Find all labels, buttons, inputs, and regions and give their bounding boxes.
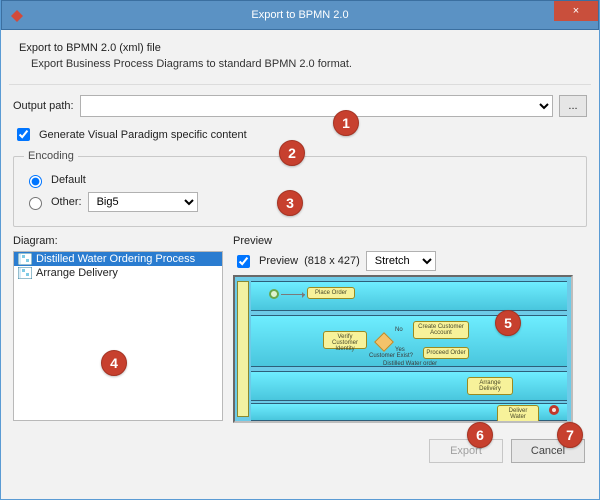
label-distilled: Distilled Water order <box>383 361 437 367</box>
export-bpmn-dialog: Export to BPMN 2.0 × Export to BPMN 2.0 … <box>0 0 600 500</box>
annotation-badge-3: 3 <box>277 190 303 216</box>
title: Export to BPMN 2.0 <box>251 9 348 21</box>
list-item[interactable]: Distilled Water Ordering Process <box>14 252 222 266</box>
browse-label: ... <box>568 100 577 112</box>
titlebar: Export to BPMN 2.0 × <box>1 0 599 30</box>
encoding-other-label: Other: <box>51 196 82 208</box>
lane <box>251 371 567 401</box>
gateway-yes: Yes <box>395 347 405 353</box>
diagram-list[interactable]: Distilled Water Ordering Process Arrange… <box>13 251 223 421</box>
list-item-label: Distilled Water Ordering Process <box>36 253 195 265</box>
intro: Export to BPMN 2.0 (xml) file Export Bus… <box>13 42 587 70</box>
gateway-label: Customer Exist? <box>369 353 413 359</box>
task-create-account: Create Customer Account <box>413 321 469 339</box>
task-deliver-water: Deliver Water <box>497 405 539 423</box>
start-event-icon <box>269 289 279 299</box>
close-icon: × <box>573 6 579 17</box>
app-icon <box>10 9 24 23</box>
encoding-default-label: Default <box>51 174 86 186</box>
preview-check-label: Preview <box>259 255 298 267</box>
encoding-other-radio[interactable] <box>29 197 42 210</box>
annotation-badge-4: 4 <box>101 350 127 376</box>
bpmn-icon <box>18 267 32 279</box>
generate-vp-check[interactable]: Generate Visual Paradigm specific conten… <box>13 125 587 144</box>
bpmn-icon <box>18 253 32 265</box>
generate-vp-checkbox[interactable] <box>17 128 30 141</box>
footer: Export Cancel <box>1 431 599 473</box>
output-path-row: Output path: ... <box>13 95 587 117</box>
annotation-badge-2: 2 <box>279 140 305 166</box>
preview-size-select[interactable]: Stretch <box>366 251 436 271</box>
lane <box>251 281 567 311</box>
divider <box>9 84 591 85</box>
gateway-no: No <box>395 327 403 333</box>
intro-sub: Export Business Process Diagrams to stan… <box>31 58 587 70</box>
annotation-badge-5: 5 <box>495 310 521 336</box>
annotation-badge-1: 1 <box>333 110 359 136</box>
output-path-label: Output path: <box>13 100 74 112</box>
list-item-label: Arrange Delivery <box>36 267 118 279</box>
annotation-badge-7: 7 <box>557 422 583 448</box>
generate-vp-label: Generate Visual Paradigm specific conten… <box>39 129 247 141</box>
preview-dims: (818 x 427) <box>304 255 360 267</box>
list-item[interactable]: Arrange Delivery <box>14 266 222 280</box>
close-button[interactable]: × <box>554 1 598 21</box>
sequence-flow <box>281 294 305 295</box>
browse-button[interactable]: ... <box>559 95 587 117</box>
task-proceed-order: Proceed Order <box>423 347 469 359</box>
task-place-order: Place Order <box>307 287 355 299</box>
preview-tools: Preview (818 x 427) Stretch <box>233 251 587 271</box>
encoding-other-select[interactable]: Big5 <box>88 192 198 212</box>
pool-label <box>237 281 249 417</box>
encoding-default-row[interactable]: Default <box>24 172 576 188</box>
preview-pane: Place Order Verify Customer Identity Cus… <box>233 275 573 423</box>
encoding-legend: Encoding <box>24 150 78 162</box>
task-arrange-delivery: Arrange Delivery <box>467 377 513 395</box>
diagram-label: Diagram: <box>13 235 223 247</box>
encoding-default-radio[interactable] <box>29 175 42 188</box>
export-button[interactable]: Export <box>429 439 503 463</box>
preview-checkbox[interactable] <box>237 255 250 268</box>
task-verify-identity: Verify Customer Identity <box>323 331 367 349</box>
output-path-select[interactable] <box>80 95 553 117</box>
annotation-badge-6: 6 <box>467 422 493 448</box>
preview-label: Preview <box>233 235 587 247</box>
intro-heading: Export to BPMN 2.0 (xml) file <box>19 42 587 54</box>
end-event-icon <box>549 405 559 415</box>
